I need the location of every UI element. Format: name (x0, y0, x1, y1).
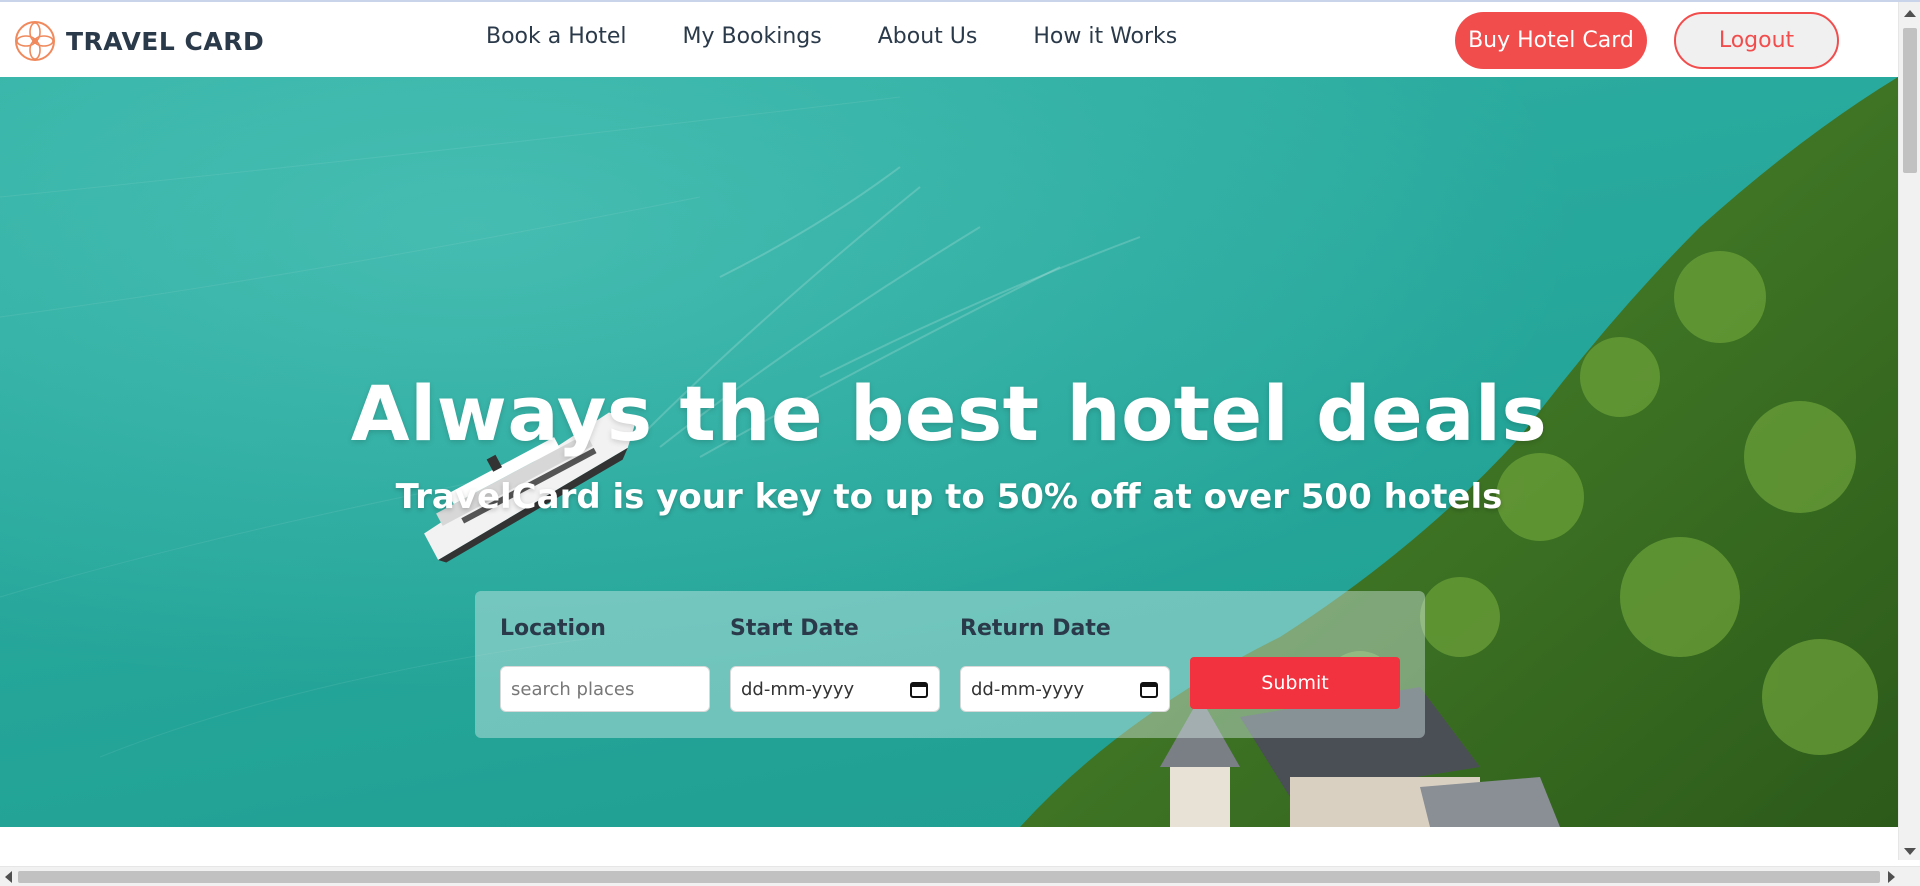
return-date-label: Return Date (960, 616, 1111, 641)
scroll-down-arrow-icon[interactable] (1904, 848, 1916, 855)
start-date-input[interactable]: dd-mm-yyyy (730, 666, 940, 712)
buy-hotel-card-button[interactable]: Buy Hotel Card (1455, 12, 1647, 69)
nav-my-bookings[interactable]: My Bookings (683, 24, 822, 49)
hero-title: Always the best hotel deals (350, 369, 1548, 458)
start-date-label: Start Date (730, 616, 859, 641)
location-input-wrapper (500, 666, 710, 712)
return-date-input[interactable]: dd-mm-yyyy (960, 666, 1170, 712)
flower-logo-icon (15, 21, 55, 61)
return-date-field: Return Date dd-mm-yyyy (960, 616, 1170, 712)
hero-banner: Always the best hotel deals TravelCard i… (0, 77, 1898, 827)
return-date-value: dd-mm-yyyy (971, 678, 1085, 700)
vertical-scroll-thumb[interactable] (1903, 28, 1917, 173)
nav-how-it-works[interactable]: How it Works (1033, 24, 1177, 49)
scroll-left-arrow-icon[interactable] (5, 871, 12, 883)
main-nav: Book a Hotel My Bookings About Us How it… (486, 24, 1177, 49)
navbar: TRAVEL CARD Book a Hotel My Bookings Abo… (0, 2, 1898, 77)
calendar-icon[interactable] (1139, 679, 1159, 699)
brand-logo[interactable]: TRAVEL CARD (14, 20, 264, 62)
logout-button[interactable]: Logout (1674, 12, 1839, 69)
location-label: Location (500, 616, 606, 641)
nav-book-hotel[interactable]: Book a Hotel (486, 24, 627, 49)
scroll-up-arrow-icon[interactable] (1904, 10, 1916, 17)
start-date-field: Start Date dd-mm-yyyy (730, 616, 940, 712)
brand-name: TRAVEL CARD (66, 26, 265, 56)
hero-subtitle: TravelCard is your key to up to 50% off … (395, 477, 1503, 517)
nav-about-us[interactable]: About Us (878, 24, 978, 49)
start-date-value: dd-mm-yyyy (741, 678, 855, 700)
search-form: Location Start Date dd-mm-yyyy Return Da… (475, 591, 1425, 738)
horizontal-scrollbar[interactable] (0, 866, 1920, 886)
location-input[interactable] (511, 678, 699, 700)
submit-button[interactable]: Submit (1190, 657, 1400, 709)
scroll-right-arrow-icon[interactable] (1888, 871, 1895, 883)
vertical-scrollbar[interactable] (1898, 2, 1920, 860)
location-field: Location (500, 616, 710, 712)
horizontal-scroll-thumb[interactable] (18, 871, 1880, 883)
calendar-icon[interactable] (909, 679, 929, 699)
